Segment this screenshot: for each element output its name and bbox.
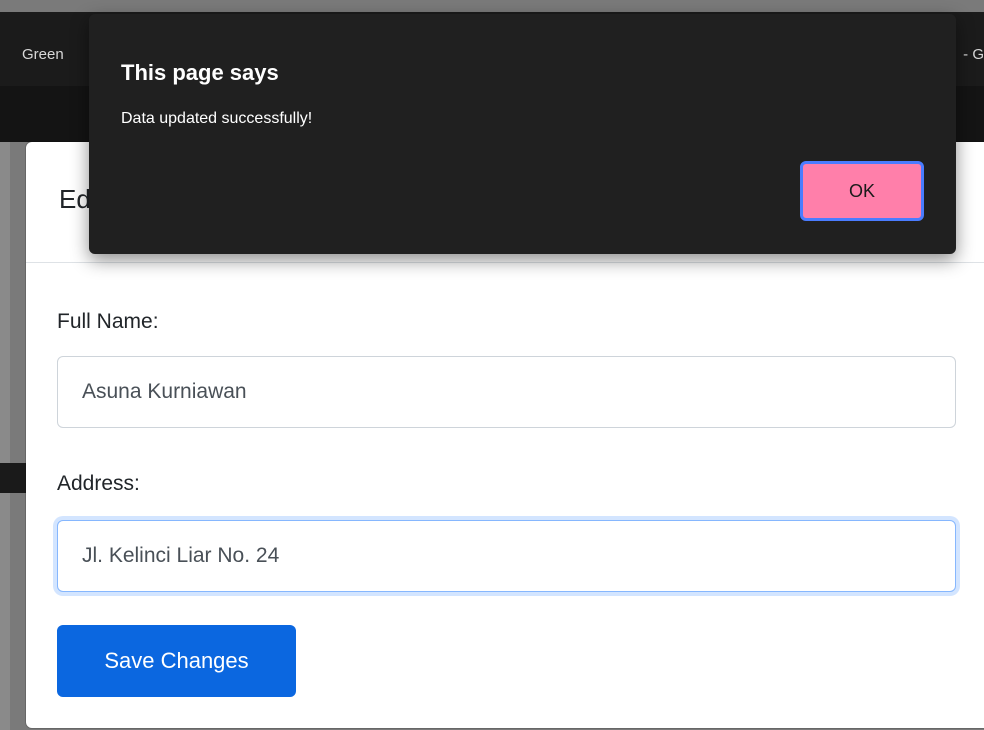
alert-message: Data updated successfully! <box>121 110 313 127</box>
alert-title: This page says <box>121 60 279 85</box>
navbar-right-text: - G <box>963 46 984 63</box>
full-name-label: Full Name: <box>57 310 159 333</box>
alert-ok-button[interactable]: OK <box>800 161 924 221</box>
alert-dialog: This page says Data updated successfully… <box>89 14 956 254</box>
save-changes-button[interactable]: Save Changes <box>57 625 296 697</box>
navbar-brand-text: Green <box>22 46 64 63</box>
screen: Green - G Ed Full Name: Address: Save Ch… <box>0 0 984 730</box>
background-content-strip <box>0 142 10 730</box>
address-input[interactable] <box>57 520 956 592</box>
modal-title: Ed <box>59 184 91 214</box>
full-name-input[interactable] <box>57 356 956 428</box>
address-label: Address: <box>57 472 140 495</box>
